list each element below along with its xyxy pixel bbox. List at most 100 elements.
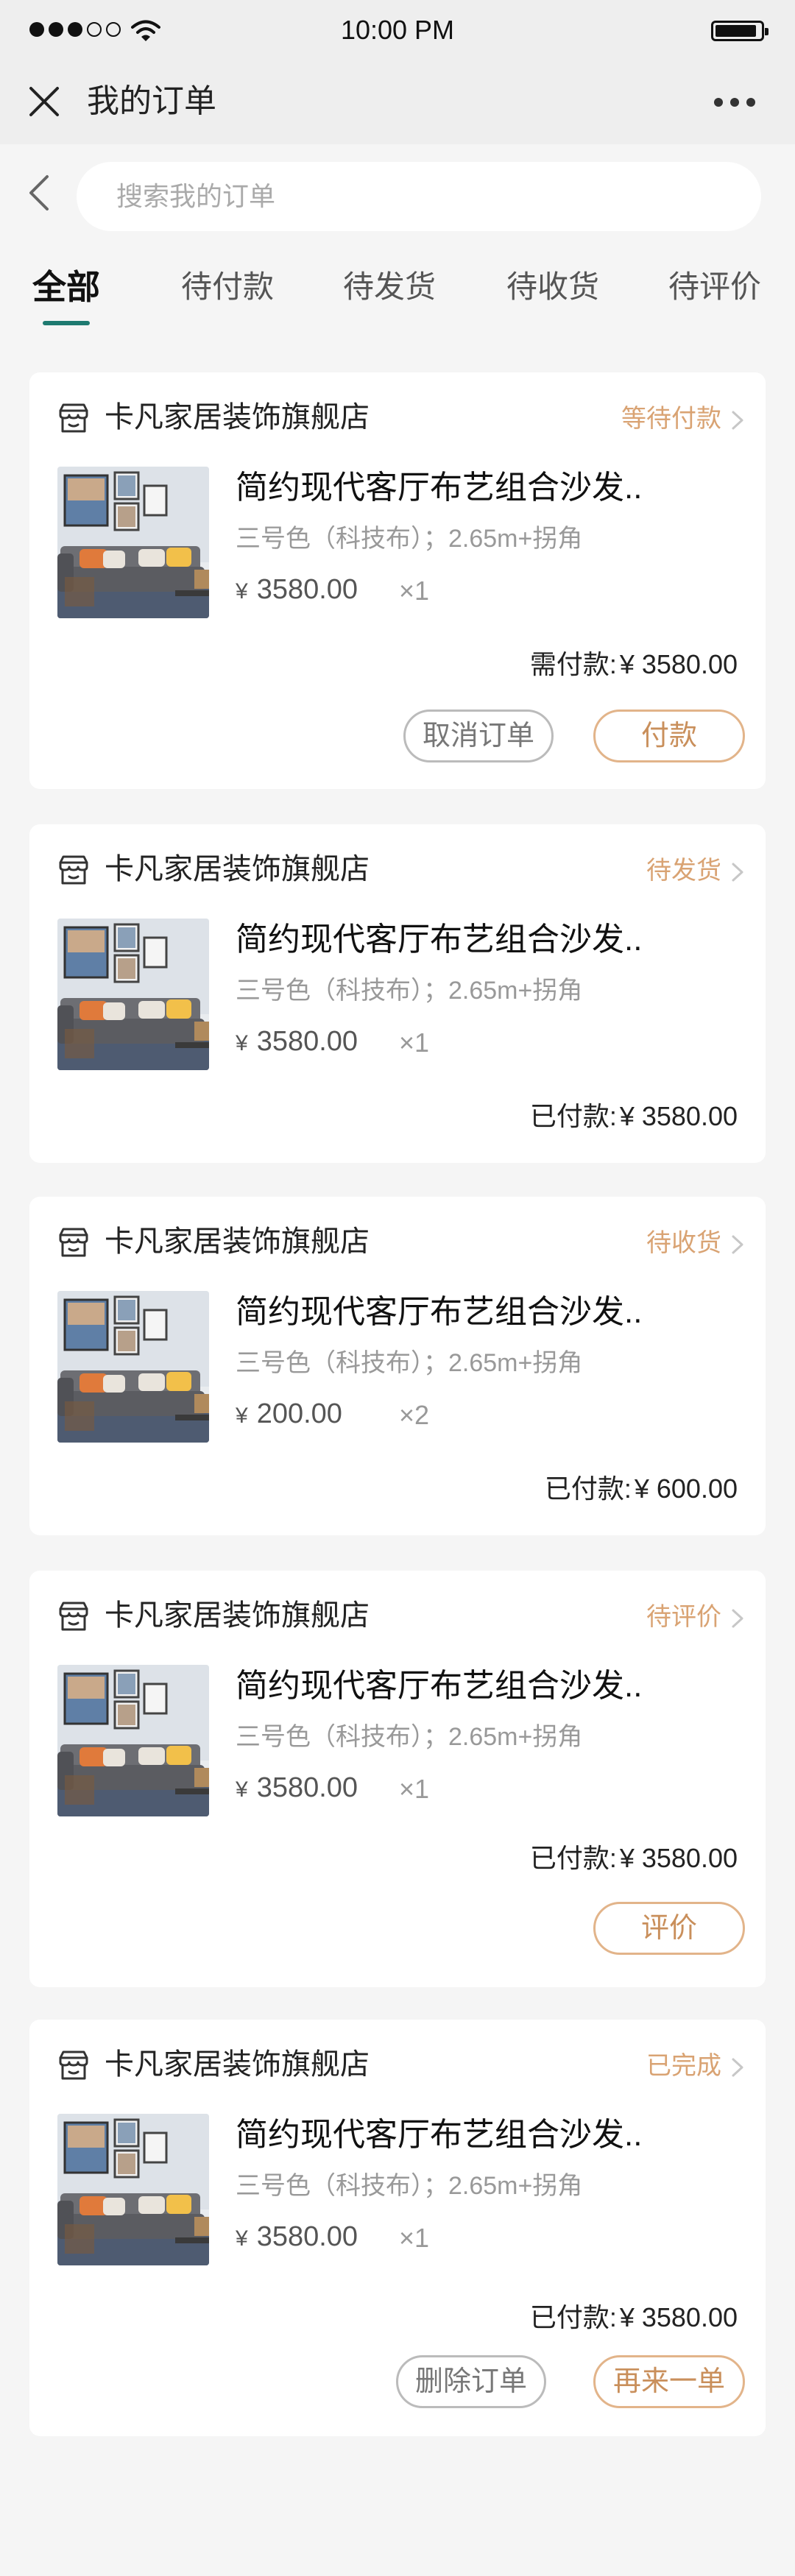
order-total: 需付款: ¥3580.00 bbox=[530, 646, 738, 683]
total-label: 已付款: bbox=[544, 1473, 632, 1504]
order-status[interactable]: 待收货 bbox=[646, 1226, 721, 1260]
total-label: 已付款: bbox=[529, 2302, 617, 2332]
search-input[interactable] bbox=[77, 162, 761, 231]
product-image[interactable] bbox=[57, 1665, 209, 1816]
chevron-right-icon[interactable] bbox=[730, 861, 745, 883]
shop-icon bbox=[56, 852, 91, 888]
cancel-order-button[interactable]: 取消订单 bbox=[403, 710, 554, 762]
page-title: 我的订单 bbox=[87, 83, 216, 119]
order-status[interactable]: 待评价 bbox=[646, 1600, 721, 1634]
tab-pending-shipment[interactable]: 待发货 bbox=[343, 262, 436, 307]
chevron-right-icon[interactable] bbox=[730, 2056, 745, 2078]
total-label: 已付款: bbox=[529, 1101, 617, 1131]
chevron-right-icon[interactable] bbox=[730, 1607, 745, 1630]
shop-name[interactable]: 卡凡家居装饰旗舰店 bbox=[105, 1597, 370, 1634]
chevron-right-icon[interactable] bbox=[730, 1234, 745, 1256]
product-quantity: ×2 bbox=[399, 1400, 430, 1430]
currency-symbol: ¥ bbox=[236, 2226, 248, 2251]
total-value: 3580.00 bbox=[641, 1843, 738, 1873]
tab-pending-payment[interactable]: 待付款 bbox=[181, 262, 274, 307]
currency-symbol: ¥ bbox=[236, 1777, 248, 1802]
product-spec: 三号色（科技布）；2.65m+拐角 bbox=[236, 525, 583, 553]
shop-icon bbox=[56, 1599, 91, 1634]
price-value: 200.00 bbox=[256, 1398, 342, 1429]
product-quantity: ×1 bbox=[399, 576, 430, 606]
product-name[interactable]: 简约现代客厅布艺组合沙发.. bbox=[236, 1291, 642, 1334]
product-name[interactable]: 简约现代客厅布艺组合沙发.. bbox=[236, 1665, 642, 1708]
review-button[interactable]: 评价 bbox=[593, 1902, 745, 1955]
product-spec: 三号色（科技布）；2.65m+拐角 bbox=[236, 2172, 583, 2200]
close-icon[interactable] bbox=[22, 79, 66, 124]
currency-symbol: ¥ bbox=[236, 579, 248, 604]
product-price: ¥3580.00 bbox=[236, 2218, 358, 2257]
price-value: 3580.00 bbox=[256, 1772, 358, 1803]
back-icon[interactable] bbox=[22, 171, 59, 215]
shop-name[interactable]: 卡凡家居装饰旗舰店 bbox=[105, 399, 370, 436]
shop-icon bbox=[56, 400, 91, 436]
product-quantity: ×1 bbox=[399, 1027, 430, 1058]
product-spec: 三号色（科技布）；2.65m+拐角 bbox=[236, 977, 583, 1005]
order-card[interactable]: 卡凡家居装饰旗舰店 等待付款 简约现代客厅布艺组合沙发.. 三号色（科技布）；2… bbox=[29, 372, 766, 789]
currency-symbol: ¥ bbox=[634, 1473, 649, 1504]
shop-name[interactable]: 卡凡家居装饰旗舰店 bbox=[105, 851, 370, 888]
price-value: 3580.00 bbox=[256, 574, 358, 605]
tab-all[interactable]: 全部 bbox=[32, 261, 100, 309]
currency-symbol: ¥ bbox=[619, 1101, 635, 1131]
chevron-right-icon[interactable] bbox=[730, 409, 745, 431]
pay-button[interactable]: 付款 bbox=[593, 710, 745, 762]
product-price: ¥3580.00 bbox=[236, 1023, 358, 1062]
shop-icon bbox=[56, 2048, 91, 2083]
total-label: 需付款: bbox=[529, 649, 617, 679]
tab-pending-review[interactable]: 待评价 bbox=[668, 262, 761, 307]
order-card[interactable]: 卡凡家居装饰旗舰店 已完成 简约现代客厅布艺组合沙发.. 三号色（科技布）；2.… bbox=[29, 2020, 766, 2436]
order-total: 已付款: ¥3580.00 bbox=[530, 1840, 738, 1877]
currency-symbol: ¥ bbox=[236, 1404, 248, 1428]
currency-symbol: ¥ bbox=[619, 649, 635, 679]
price-value: 3580.00 bbox=[256, 1026, 358, 1057]
tab-pending-receipt[interactable]: 待收货 bbox=[506, 262, 599, 307]
currency-symbol: ¥ bbox=[619, 1843, 635, 1873]
product-image[interactable] bbox=[57, 919, 209, 1070]
total-value: 3580.00 bbox=[641, 2302, 738, 2332]
product-spec: 三号色（科技布）；2.65m+拐角 bbox=[236, 1349, 583, 1377]
product-image[interactable] bbox=[57, 2114, 209, 2265]
product-name[interactable]: 简约现代客厅布艺组合沙发.. bbox=[236, 2114, 642, 2156]
product-price: ¥3580.00 bbox=[236, 571, 358, 610]
product-price: ¥200.00 bbox=[236, 1395, 342, 1434]
currency-symbol: ¥ bbox=[236, 1031, 248, 1055]
total-value: 3580.00 bbox=[641, 1101, 738, 1131]
order-card[interactable]: 卡凡家居装饰旗舰店 待评价 简约现代客厅布艺组合沙发.. 三号色（科技布）；2.… bbox=[29, 1571, 766, 1987]
product-image[interactable] bbox=[57, 467, 209, 618]
buy-again-button[interactable]: 再来一单 bbox=[593, 2355, 745, 2408]
total-label: 已付款: bbox=[529, 1843, 617, 1873]
status-bar: 10:00 PM bbox=[0, 0, 795, 59]
price-value: 3580.00 bbox=[256, 2221, 358, 2252]
order-status[interactable]: 等待付款 bbox=[621, 402, 721, 436]
shop-name[interactable]: 卡凡家居装饰旗舰店 bbox=[105, 2046, 370, 2083]
order-total: 已付款: ¥3580.00 bbox=[530, 2299, 738, 2336]
delete-order-button[interactable]: 删除订单 bbox=[396, 2355, 546, 2408]
shop-icon bbox=[56, 1225, 91, 1260]
tab-indicator bbox=[43, 321, 90, 325]
status-time: 10:00 PM bbox=[340, 15, 455, 45]
product-spec: 三号色（科技布）；2.65m+拐角 bbox=[236, 1723, 583, 1751]
total-value: 600.00 bbox=[656, 1473, 738, 1504]
order-tabs: 全部 待付款 待发货 待收货 待评价 bbox=[0, 240, 795, 328]
shop-name[interactable]: 卡凡家居装饰旗舰店 bbox=[105, 1223, 370, 1260]
battery-icon bbox=[711, 21, 768, 41]
product-name[interactable]: 简约现代客厅布艺组合沙发.. bbox=[236, 919, 642, 961]
more-icon[interactable] bbox=[714, 91, 766, 113]
total-value: 3580.00 bbox=[641, 649, 738, 679]
nav-bar: 我的订单 bbox=[0, 59, 795, 144]
currency-symbol: ¥ bbox=[619, 2302, 635, 2332]
order-status[interactable]: 待发货 bbox=[646, 854, 721, 888]
product-quantity: ×1 bbox=[399, 1774, 430, 1804]
order-card[interactable]: 卡凡家居装饰旗舰店 待发货 简约现代客厅布艺组合沙发.. 三号色（科技布）；2.… bbox=[29, 824, 766, 1163]
search-box bbox=[77, 162, 761, 231]
order-card[interactable]: 卡凡家居装饰旗舰店 待收货 简约现代客厅布艺组合沙发.. 三号色（科技布）；2.… bbox=[29, 1197, 766, 1535]
product-name[interactable]: 简约现代客厅布艺组合沙发.. bbox=[236, 467, 642, 509]
product-image[interactable] bbox=[57, 1291, 209, 1443]
order-total: 已付款: ¥3580.00 bbox=[530, 1098, 738, 1135]
search-row bbox=[0, 144, 795, 240]
order-status[interactable]: 已完成 bbox=[646, 2049, 721, 2083]
